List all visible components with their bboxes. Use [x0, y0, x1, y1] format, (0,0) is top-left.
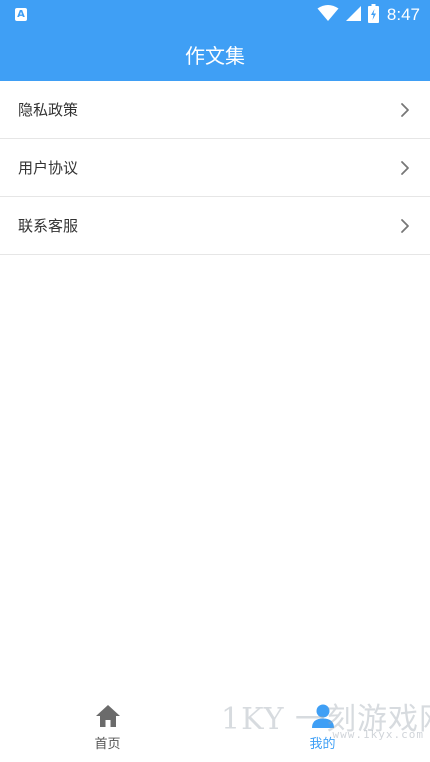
tab-home[interactable]: 首页: [0, 694, 215, 762]
chevron-right-icon: [401, 103, 409, 117]
settings-menu: 隐私政策 用户协议 联系客服: [0, 81, 430, 255]
menu-item-privacy-policy[interactable]: 隐私政策: [0, 81, 430, 139]
chevron-right-icon: [401, 161, 409, 175]
wifi-icon: [317, 4, 339, 26]
menu-item-label: 隐私政策: [18, 101, 79, 119]
user-icon: [311, 704, 334, 728]
app-notification-icon: A: [15, 8, 27, 21]
status-indicators: 8:47: [317, 3, 420, 27]
page-title: 作文集: [185, 44, 245, 68]
menu-item-label: 用户协议: [18, 159, 79, 177]
status-bar: A 8:47: [0, 0, 430, 29]
home-icon: [95, 705, 120, 727]
bottom-tab-bar: 首页 我的: [0, 694, 430, 762]
tab-mine[interactable]: 我的: [215, 694, 430, 762]
tab-home-label: 首页: [94, 737, 121, 752]
chevron-right-icon: [401, 219, 409, 233]
status-time: 8:47: [386, 5, 420, 24]
menu-item-label: 联系客服: [18, 217, 79, 235]
top-bar: A 8:47 作文集: [0, 0, 430, 81]
menu-item-contact-support[interactable]: 联系客服: [0, 197, 430, 255]
tab-mine-label: 我的: [309, 737, 336, 752]
app-screen: A 8:47 作文集 隐私政策 用户协议 联系客服 首页 我的 1KY 一刻游戏…: [0, 0, 430, 762]
battery-charging-icon: [367, 3, 379, 27]
signal-icon: [345, 5, 362, 26]
menu-item-user-agreement[interactable]: 用户协议: [0, 139, 430, 197]
